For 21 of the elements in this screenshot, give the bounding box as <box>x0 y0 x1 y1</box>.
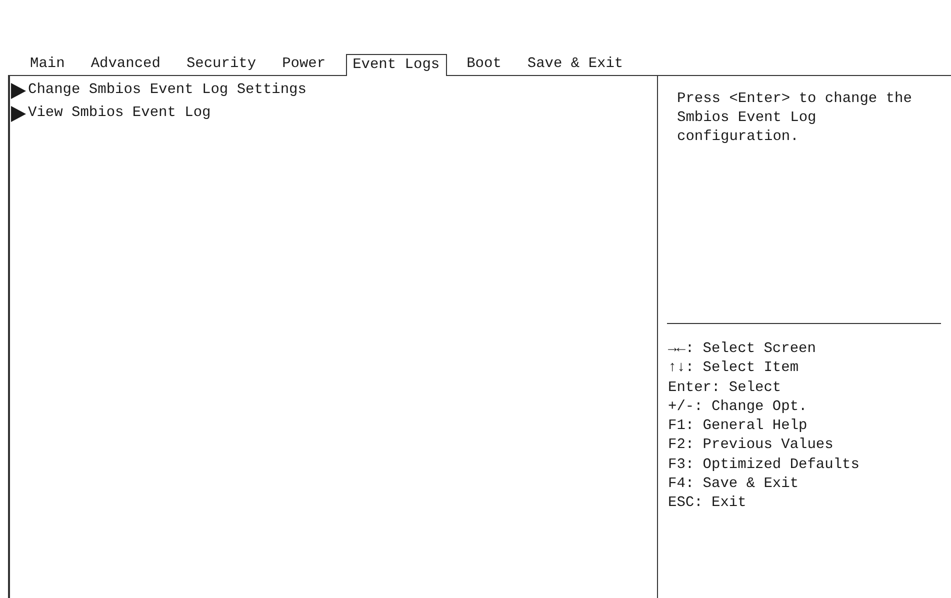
triangle-icon <box>11 106 26 122</box>
key-hint: F4: Save & Exit <box>668 475 800 494</box>
key-hint: +/-: Change Opt. <box>668 398 808 417</box>
tab[interactable]: Save & Exit <box>514 54 636 75</box>
key-hint: Enter: Select <box>668 378 782 398</box>
key-hint: F2: Previous Values <box>668 436 834 456</box>
tab[interactable]: Event Logs <box>346 54 447 76</box>
tab[interactable]: Security <box>173 54 270 75</box>
triangle-icon <box>11 82 26 98</box>
key-hint: ESC: Exit <box>668 494 748 514</box>
tab[interactable]: Advanced <box>78 54 174 75</box>
key-hint: F1: General Help <box>668 417 808 436</box>
tab[interactable]: Power <box>269 54 339 75</box>
tab[interactable]: Main <box>17 54 78 75</box>
key-hint: ↑↓: Select Item <box>668 359 800 378</box>
menu-item[interactable]: Change Smbios Event Log Settings <box>28 80 306 102</box>
tab[interactable]: Boot <box>454 54 514 75</box>
key-hint: →←: Select Screen <box>668 340 817 359</box>
menu-item[interactable]: View Smbios Event Log <box>28 102 211 124</box>
help-text: Press <Enter> to change the Smbios Event Log configuration. <box>667 76 941 324</box>
key-hint: F3: Optimized Defaults <box>668 456 860 475</box>
